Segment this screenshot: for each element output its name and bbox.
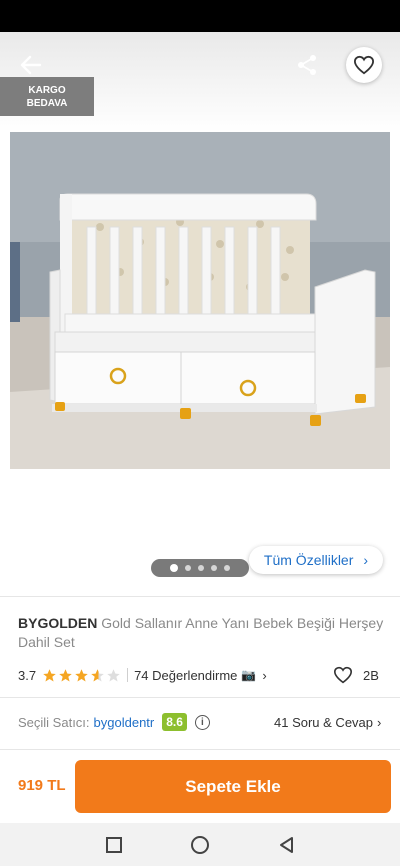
- product-gallery[interactable]: KARGO BEDAVA: [0, 32, 400, 592]
- star-icon: [43, 668, 56, 681]
- chevron-right-icon: ›: [377, 714, 382, 730]
- rating-value: 3.7: [18, 667, 37, 683]
- square-icon: [106, 837, 122, 853]
- questions-answers-link[interactable]: 41 Soru & Cevap ›: [274, 711, 381, 733]
- camera-icon: 📷: [241, 668, 257, 682]
- share-button[interactable]: [290, 50, 324, 80]
- product-image[interactable]: [10, 132, 390, 469]
- share-icon: [298, 55, 316, 75]
- pagination-dot: [224, 565, 230, 571]
- triangle-back-icon: [280, 837, 293, 853]
- seller-row: Seçili Satıcı: bygoldentr 8.6 i 41 Soru …: [18, 711, 384, 733]
- pagination-dot: [185, 565, 191, 571]
- rating-row: 3.7 74 Değerlendirme 📷 › 2B: [18, 664, 384, 686]
- badge-line-1: KARGO: [28, 84, 66, 96]
- likes[interactable]: 2B: [333, 664, 379, 686]
- reviews-link[interactable]: 74 Değerlendirme 📷 ›: [134, 668, 267, 683]
- pagination-dot: [211, 565, 217, 571]
- system-nav-bar: [0, 823, 400, 866]
- heart-outline-icon: [353, 55, 375, 75]
- seller-label: Seçili Satıcı:: [18, 714, 90, 730]
- star-rating: [42, 668, 121, 683]
- circle-icon: [191, 836, 209, 854]
- info-icon[interactable]: i: [194, 714, 210, 730]
- pagination-dot: [170, 564, 178, 572]
- home-button[interactable]: [188, 833, 212, 857]
- all-features-label: Tüm Özellikler: [263, 552, 354, 568]
- divider: [0, 697, 400, 698]
- pagination-dot: [198, 565, 204, 571]
- badge-line-2: BEDAVA: [26, 97, 68, 109]
- favorite-button[interactable]: [346, 47, 382, 83]
- star-icon: [59, 668, 72, 681]
- seller-score-badge: 8.6: [162, 713, 187, 731]
- arrow-left-icon: [20, 55, 42, 75]
- checkout-bar: 919 TL Sepete Ekle: [0, 749, 400, 823]
- add-to-cart-button[interactable]: Sepete Ekle: [75, 760, 391, 813]
- back-nav-button[interactable]: [274, 833, 298, 857]
- seller-name-link[interactable]: bygoldentr: [94, 715, 155, 730]
- review-count: 74 Değerlendirme: [134, 667, 238, 683]
- star-icon: [75, 668, 88, 681]
- product-title: BYGOLDEN Gold Sallanır Anne Yanı Bebek B…: [18, 614, 384, 652]
- star-half-icon: [91, 668, 104, 681]
- price: 919 TL: [18, 777, 66, 794]
- chevron-right-icon: ›: [363, 552, 369, 568]
- free-shipping-badge: KARGO BEDAVA: [0, 77, 94, 116]
- all-features-button[interactable]: Tüm Özellikler ›: [249, 546, 383, 574]
- heart-outline-icon: [333, 666, 353, 684]
- gallery-pagination: [151, 559, 249, 577]
- status-bar: [0, 0, 400, 32]
- chevron-right-icon: ›: [262, 667, 267, 683]
- back-button[interactable]: [14, 50, 48, 80]
- divider: [0, 596, 400, 597]
- qa-label: 41 Soru & Cevap: [274, 714, 374, 730]
- separator: [127, 668, 129, 682]
- star-empty-icon: [107, 668, 120, 681]
- likes-count: 2B: [363, 667, 379, 683]
- recents-button[interactable]: [102, 833, 126, 857]
- brand-name[interactable]: BYGOLDEN: [18, 615, 97, 631]
